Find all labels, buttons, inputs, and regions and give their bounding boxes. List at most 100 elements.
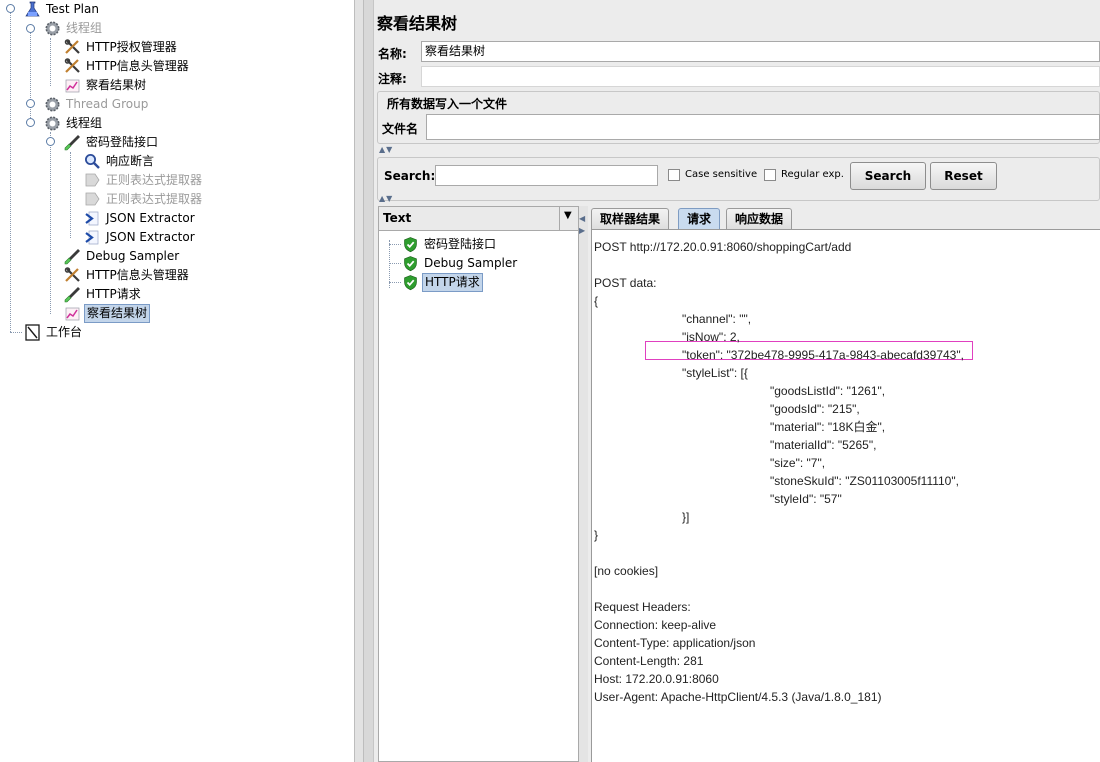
regex-label: Regular exp. xyxy=(781,169,844,180)
search-label: Search: xyxy=(384,169,436,183)
collapse-divider-icon[interactable]: ▲▼ xyxy=(379,145,393,154)
name-label: 名称: xyxy=(378,47,407,61)
request-line: "goodsId": "215", xyxy=(770,402,860,416)
request-line: "stoneSkuId": "ZS01103005f11110", xyxy=(770,474,959,488)
wrench-icon xyxy=(64,39,81,56)
collapse-left-icon[interactable]: ◀ xyxy=(579,214,585,223)
extractor-icon xyxy=(84,210,101,227)
expand-toggle[interactable] xyxy=(26,24,35,33)
expand-toggle[interactable] xyxy=(26,99,35,108)
renderer-value: Text xyxy=(383,211,412,225)
tree-node-label: HTTP请求 xyxy=(86,287,141,301)
left-splitter[interactable] xyxy=(354,0,364,762)
tree-connector xyxy=(389,263,401,264)
success-shield-icon xyxy=(402,236,419,253)
collapse-divider-icon[interactable]: ▲▼ xyxy=(379,194,393,203)
expand-toggle[interactable] xyxy=(26,118,35,127)
workbench-icon xyxy=(24,324,41,341)
request-line: POST http://172.20.0.91:8060/shoppingCar… xyxy=(594,240,852,254)
comment-field[interactable] xyxy=(421,66,1100,87)
name-field[interactable]: 察看结果树 xyxy=(421,41,1100,62)
tree-node-label: JSON Extractor xyxy=(106,211,195,225)
request-line: } xyxy=(594,528,599,542)
request-line: "materialId": "5265", xyxy=(770,438,877,452)
gear-icon xyxy=(44,20,61,37)
request-line: "styleId": "57" xyxy=(770,492,842,506)
request-line: Content-Length: 281 xyxy=(594,654,704,668)
dropdown-button[interactable]: ▼ xyxy=(559,207,578,230)
sample-results-list[interactable]: Text ▼ 密码登陆接口 Debug Sampler HTTP请求 xyxy=(378,206,579,762)
tree-connector xyxy=(389,244,401,245)
filename-label: 文件名 xyxy=(382,122,419,136)
tree-connector xyxy=(50,38,51,86)
gear-icon xyxy=(44,115,61,132)
tree-connector xyxy=(10,10,11,332)
results-splitter[interactable]: ◀ ▶ xyxy=(579,206,588,762)
pipette-icon xyxy=(64,248,81,265)
tree-node-label: 正则表达式提取器 xyxy=(106,173,203,187)
tree-node-label: 察看结果树 xyxy=(84,304,151,323)
file-group-title: 所有数据写入一个文件 xyxy=(385,95,510,112)
request-line: Content-Type: application/json xyxy=(594,636,756,650)
collapse-right-icon[interactable]: ▶ xyxy=(579,226,585,235)
case-sensitive-checkbox[interactable] xyxy=(668,169,680,181)
case-sensitive-label: Case sensitive xyxy=(685,169,758,180)
comment-label: 注释: xyxy=(378,72,407,86)
tree-connector xyxy=(389,282,401,283)
result-item-label: 密码登陆接口 xyxy=(424,237,497,251)
request-text-area[interactable]: POST http://172.20.0.91:8060/shoppingCar… xyxy=(591,229,1100,762)
tree-connector xyxy=(30,30,31,126)
tree-connector xyxy=(10,332,22,333)
search-button[interactable]: Search xyxy=(850,162,926,190)
filename-field[interactable] xyxy=(426,114,1100,140)
request-line: "styleList": [{ xyxy=(682,366,748,380)
tree-node-label: Thread Group xyxy=(66,97,149,111)
wrench-icon xyxy=(64,58,81,75)
chevron-down-icon: ▼ xyxy=(564,210,572,221)
expand-toggle[interactable] xyxy=(46,137,55,146)
success-shield-icon xyxy=(402,274,419,291)
pipette-icon xyxy=(64,286,81,303)
gear-icon xyxy=(44,96,61,113)
tree-node-label: Debug Sampler xyxy=(86,249,180,263)
tree-connector xyxy=(50,132,51,314)
renderer-select[interactable]: Text ▼ xyxy=(379,207,578,231)
tree-node-label: HTTP信息头管理器 xyxy=(86,268,189,282)
tree-node-label: 响应断言 xyxy=(106,154,155,168)
tree-node-label: JSON Extractor xyxy=(106,230,195,244)
panel-edge xyxy=(364,0,374,762)
regex-checkbox[interactable] xyxy=(764,169,776,181)
expand-toggle[interactable] xyxy=(6,4,15,13)
request-line: User-Agent: Apache-HttpClient/4.5.3 (Jav… xyxy=(594,690,882,704)
tree-node-label: 正则表达式提取器 xyxy=(106,192,203,206)
tree-node-label: HTTP授权管理器 xyxy=(86,40,177,54)
chart-icon xyxy=(64,305,81,322)
tree-node-label: 察看结果树 xyxy=(86,78,147,92)
tree-node-label: 密码登陆接口 xyxy=(86,135,159,149)
test-plan-tree[interactable]: Test Plan 线程组 HTTP授权管理器 HTTP信息头管理器 察看结果树 Thre… xyxy=(0,0,354,762)
tree-connector xyxy=(70,152,71,238)
tree-node-label: 线程组 xyxy=(66,116,103,130)
extractor-icon xyxy=(84,191,101,208)
extractor-icon xyxy=(84,229,101,246)
reset-button[interactable]: Reset xyxy=(930,162,997,190)
tab-response-data[interactable]: 响应数据 xyxy=(726,208,793,229)
tree-node-label: 工作台 xyxy=(46,325,83,339)
request-line: "token": "372be478-9995-417a-9843-abecaf… xyxy=(682,348,964,362)
tree-connector xyxy=(389,240,390,288)
chart-icon xyxy=(64,77,81,94)
request-line: "channel": "", xyxy=(682,312,752,326)
request-line: Connection: keep-alive xyxy=(594,618,717,632)
request-line: }] xyxy=(682,510,690,524)
request-line: Request Headers: xyxy=(594,600,691,614)
page-title: 察看结果树 xyxy=(377,14,458,33)
tab-request[interactable]: 请求 xyxy=(678,208,721,230)
search-input[interactable] xyxy=(435,165,658,186)
tab-sampler-result[interactable]: 取样器结果 xyxy=(591,208,670,229)
result-item-label: HTTP请求 xyxy=(422,273,483,292)
tree-node-label: 线程组 xyxy=(66,21,103,35)
request-line: "goodsListId": "1261", xyxy=(770,384,886,398)
request-line: "size": "7", xyxy=(770,456,826,470)
magnifier-icon xyxy=(84,153,101,170)
request-line: POST data: xyxy=(594,276,657,290)
